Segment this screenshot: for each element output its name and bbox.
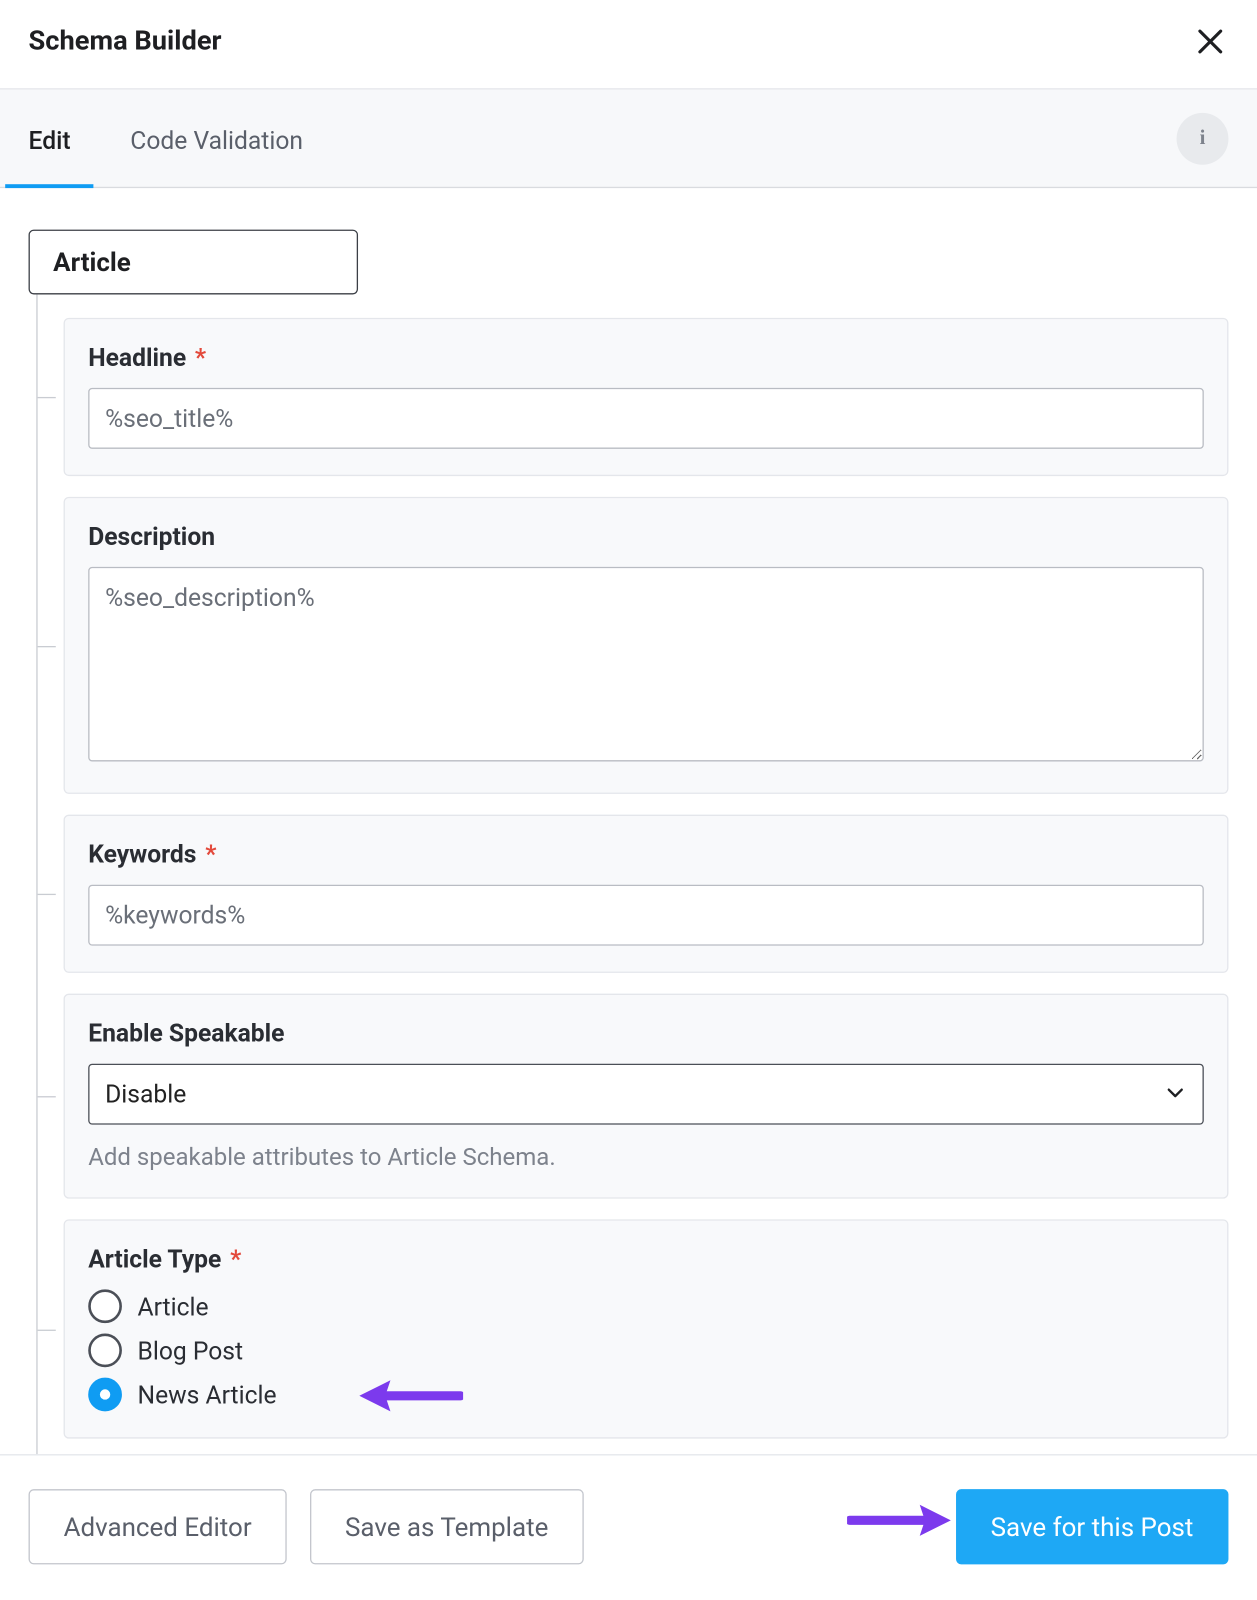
article-type-radio-group: Article Blog Post News Article (88, 1289, 1204, 1411)
radio-blog-post[interactable]: Blog Post (88, 1334, 1204, 1368)
field-label: Article Type * (88, 1244, 1204, 1274)
close-icon[interactable] (1192, 23, 1228, 59)
helper-text: Add speakable attributes to Article Sche… (88, 1143, 1204, 1172)
radio-icon (88, 1334, 122, 1368)
modal-header: Schema Builder (0, 0, 1257, 90)
required-star-icon: * (205, 839, 216, 869)
field-label-text: Keywords (88, 839, 196, 869)
field-headline: Headline * (64, 318, 1229, 476)
modal-footer: Advanced Editor Save as Template Save fo… (0, 1454, 1257, 1598)
save-for-this-post-button[interactable]: Save for this Post (956, 1489, 1229, 1564)
field-label-text: Article Type (88, 1244, 221, 1274)
info-icon[interactable]: i (1177, 112, 1229, 164)
field-label-text: Headline (88, 342, 186, 372)
required-star-icon: * (230, 1244, 241, 1274)
field-keywords: Keywords * (64, 815, 1229, 973)
radio-label: Article (138, 1291, 209, 1321)
speakable-select[interactable] (88, 1064, 1204, 1125)
schema-tree: Headline * Description (36, 294, 1228, 1454)
modal-title: Schema Builder (29, 26, 222, 57)
description-textarea[interactable] (88, 567, 1204, 762)
keywords-input[interactable] (88, 885, 1204, 946)
advanced-editor-button[interactable]: Advanced Editor (29, 1489, 287, 1564)
field-label: Keywords * (88, 839, 1204, 869)
tab-code-validation[interactable]: Code Validation (130, 90, 303, 187)
radio-icon (88, 1289, 122, 1323)
field-description: Description (64, 497, 1229, 794)
field-label-text: Enable Speakable (88, 1018, 284, 1048)
field-label: Enable Speakable (88, 1018, 1204, 1048)
field-enable-speakable: Enable Speakable Add speakable attribute… (64, 994, 1229, 1199)
tab-edit[interactable]: Edit (29, 90, 71, 187)
save-as-template-button[interactable]: Save as Template (310, 1489, 583, 1564)
tab-bar: Edit Code Validation i (0, 90, 1257, 189)
field-article-type: Article Type * Article Blog Post (64, 1219, 1229, 1438)
radio-label: News Article (138, 1380, 277, 1410)
radio-icon (88, 1378, 122, 1412)
radio-news-article[interactable]: News Article (88, 1378, 1204, 1412)
required-star-icon: * (195, 342, 206, 372)
radio-article[interactable]: Article (88, 1289, 1204, 1323)
field-label-text: Description (88, 521, 215, 551)
annotation-arrow-icon (847, 1500, 951, 1547)
headline-input[interactable] (88, 388, 1204, 449)
schema-root-label[interactable]: Article (29, 230, 358, 295)
schema-body: Article Headline * Description (0, 188, 1257, 1454)
radio-label: Blog Post (138, 1335, 244, 1365)
field-label: Headline * (88, 342, 1204, 372)
field-label: Description (88, 521, 1204, 551)
